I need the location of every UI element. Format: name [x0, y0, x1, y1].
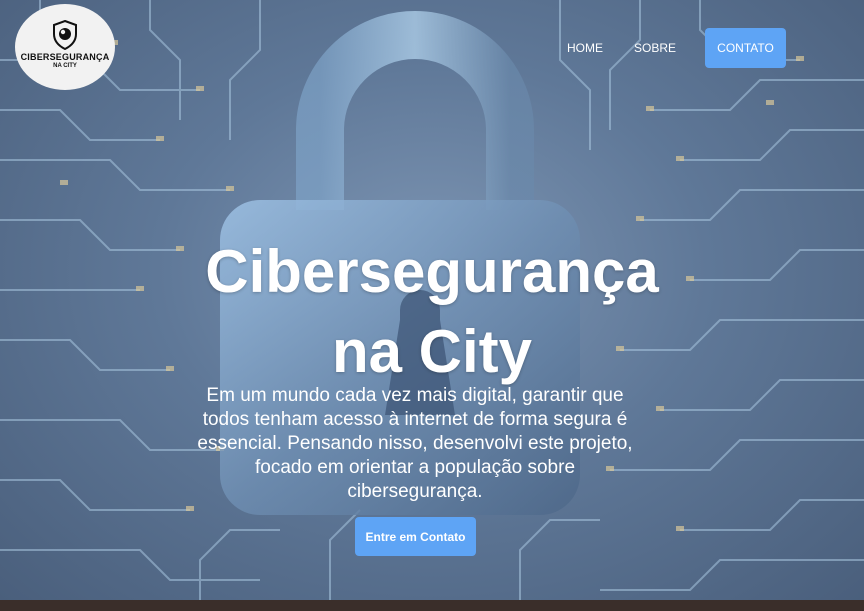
nav-about-link[interactable]: SOBRE [634, 41, 676, 55]
site-logo[interactable]: CIBERSEGURANÇA NA CITY [15, 4, 115, 90]
hero-description: Em um mundo cada vez mais digital, garan… [197, 385, 633, 502]
nav-contact-button[interactable]: CONTATO [705, 28, 786, 68]
hero-title: Cibersegurança na City [150, 232, 714, 392]
logo-title: CIBERSEGURANÇA [20, 51, 110, 62]
hero-title-line1: Cibersegurança [205, 238, 659, 305]
nav-home-link[interactable]: HOME [567, 41, 603, 55]
bottom-strip [0, 600, 864, 611]
shield-eye-icon [53, 19, 77, 50]
contact-cta-button[interactable]: Entre em Contato [355, 517, 476, 556]
hero-title-line2: na City [331, 318, 533, 385]
logo-subtitle: NA CITY [53, 62, 77, 69]
